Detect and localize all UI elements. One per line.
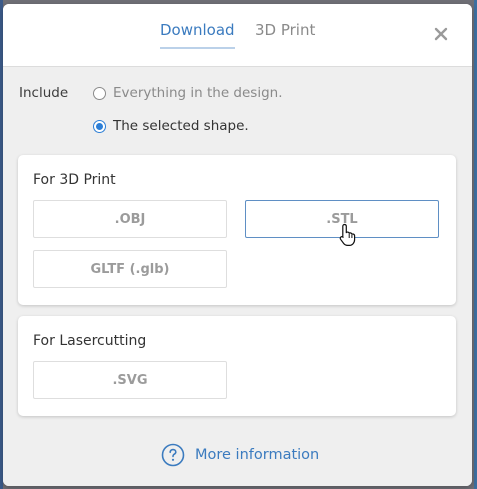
card-3d-print: For 3D Print .OBJ .STL GLTF (.glb) (18, 155, 456, 305)
gltf-button[interactable]: GLTF (.glb) (33, 250, 227, 288)
radio-everything-label: Everything in the design. (113, 85, 283, 101)
radio-selected-shape-label: The selected shape. (113, 118, 249, 134)
tab-3d-print-label: 3D Print (255, 21, 316, 39)
download-dialog: Download 3D Print Include Everything in … (3, 4, 472, 486)
tab-download[interactable]: Download (160, 20, 235, 49)
card-lasercutting: For Lasercutting .SVG (18, 316, 456, 416)
radio-selected-shape[interactable]: The selected shape. (93, 118, 249, 134)
obj-button[interactable]: .OBJ (33, 200, 227, 238)
card-lasercutting-title: For Lasercutting (33, 333, 147, 349)
include-label: Include (19, 85, 69, 101)
dialog-body: Include Everything in the design. The se… (3, 67, 472, 486)
dialog-header: Download 3D Print (3, 4, 472, 67)
question-circle-icon (161, 443, 185, 467)
close-button[interactable] (431, 24, 451, 44)
card-3d-print-title: For 3D Print (33, 172, 116, 188)
more-information-label: More information (195, 447, 320, 463)
active-tab-indicator (160, 47, 235, 49)
close-icon (434, 27, 448, 41)
radio-everything[interactable]: Everything in the design. (93, 85, 283, 101)
radio-button-checked[interactable] (93, 119, 106, 133)
tab-download-label: Download (160, 21, 235, 39)
tab-3d-print[interactable]: 3D Print (255, 20, 315, 40)
svg-button[interactable]: .SVG (33, 361, 227, 399)
radio-button-unchecked[interactable] (93, 86, 106, 100)
hand-pointer-icon (339, 223, 356, 246)
more-information-link[interactable]: More information (161, 443, 319, 467)
